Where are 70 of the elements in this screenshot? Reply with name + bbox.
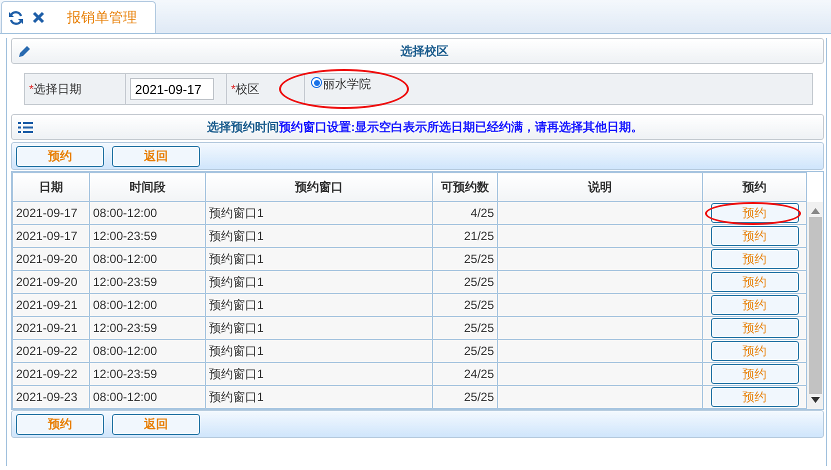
reserve-button[interactable]: 预约 xyxy=(710,295,798,315)
column-header: 可预约数 xyxy=(432,172,498,202)
reserve-button[interactable]: 预约 xyxy=(710,249,798,269)
panel-title: 选择预约时间 xyxy=(207,118,279,136)
date-label: *选择日期 xyxy=(29,80,82,98)
column-header: 预约 xyxy=(702,172,806,202)
column-header: 预约窗口 xyxy=(206,172,432,202)
table-cell: 2021-09-20 xyxy=(12,248,90,270)
reserve-button[interactable]: 预约 xyxy=(16,414,104,434)
table-cell: 预约窗口1 xyxy=(206,270,432,294)
table-cell: 2021-09-21 xyxy=(12,316,90,340)
table-cell: 2021-09-20 xyxy=(12,270,90,294)
notice-text: 预约窗口设置:显示空白表示所选日期已经约满，请再选择其他日期。 xyxy=(279,118,643,136)
reserve-button[interactable]: 预约 xyxy=(710,272,798,292)
column-header: 说明 xyxy=(498,172,702,202)
table-cell: 08:00-12:00 xyxy=(90,248,206,270)
panel-title: 选择校区 xyxy=(400,42,450,60)
campus-radio[interactable]: 丽水学院 xyxy=(311,74,371,93)
table-cell: 12:00-23:59 xyxy=(90,362,206,386)
scrollbar[interactable] xyxy=(807,202,823,409)
table-cell: 24/25 xyxy=(432,362,498,386)
table-cell: 08:00-12:00 xyxy=(90,340,206,362)
table-cell: 25/25 xyxy=(432,316,498,340)
table-cell: 预约窗口1 xyxy=(206,224,432,248)
reserve-button[interactable]: 预约 xyxy=(16,146,104,166)
table-cell: 21/25 xyxy=(432,224,498,248)
table-cell: 4/25 xyxy=(432,202,498,224)
reserve-button[interactable]: 预约 xyxy=(710,318,798,338)
reserve-button[interactable]: 预约 xyxy=(710,341,798,361)
table-cell: 预约窗口1 xyxy=(206,294,432,316)
table-cell: 25/25 xyxy=(432,248,498,270)
campus-label: *校区 xyxy=(231,80,260,98)
table-cell: 12:00-23:59 xyxy=(90,316,206,340)
table-cell: 2021-09-17 xyxy=(12,202,90,224)
pencil-icon xyxy=(18,44,32,58)
table-cell: 2021-09-22 xyxy=(12,362,90,386)
back-button[interactable]: 返回 xyxy=(112,414,200,434)
table-cell: 12:00-23:59 xyxy=(90,270,206,294)
table-cell: 08:00-12:00 xyxy=(90,202,206,224)
table-cell: 25/25 xyxy=(432,270,498,294)
scroll-down-icon[interactable] xyxy=(810,397,820,403)
table-cell: 25/25 xyxy=(432,386,498,408)
scroll-up-icon[interactable] xyxy=(810,208,820,214)
refresh-icon[interactable] xyxy=(8,10,24,26)
reserve-button[interactable]: 预约 xyxy=(710,387,798,407)
table-cell: 2021-09-17 xyxy=(12,224,90,248)
table-cell: 2021-09-21 xyxy=(12,294,90,316)
date-field[interactable]: 2021-09-17 xyxy=(130,78,214,100)
reserve-button[interactable]: 预约 xyxy=(710,203,798,223)
reserve-button[interactable]: 预约 xyxy=(710,364,798,384)
close-icon[interactable] xyxy=(32,11,45,24)
column-header: 时间段 xyxy=(90,172,206,202)
table-cell: 2021-09-22 xyxy=(12,340,90,362)
table-cell: 08:00-12:00 xyxy=(90,386,206,408)
table-cell: 08:00-12:00 xyxy=(90,294,206,316)
table-cell: 25/25 xyxy=(432,340,498,362)
back-button[interactable]: 返回 xyxy=(112,146,200,166)
list-icon xyxy=(18,120,33,134)
table-cell: 预约窗口1 xyxy=(206,362,432,386)
table-cell: 2021-09-23 xyxy=(12,386,90,408)
tab[interactable]: 报销单管理 xyxy=(1,1,156,33)
table-cell: 预约窗口1 xyxy=(206,316,432,340)
table-cell: 预约窗口1 xyxy=(206,248,432,270)
reserve-button[interactable]: 预约 xyxy=(710,226,798,246)
column-header: 日期 xyxy=(12,172,90,202)
table-cell: 25/25 xyxy=(432,294,498,316)
table-cell: 12:00-23:59 xyxy=(90,224,206,248)
table-cell: 预约窗口1 xyxy=(206,386,432,408)
table-cell: 预约窗口1 xyxy=(206,202,432,224)
table-cell: 预约窗口1 xyxy=(206,340,432,362)
